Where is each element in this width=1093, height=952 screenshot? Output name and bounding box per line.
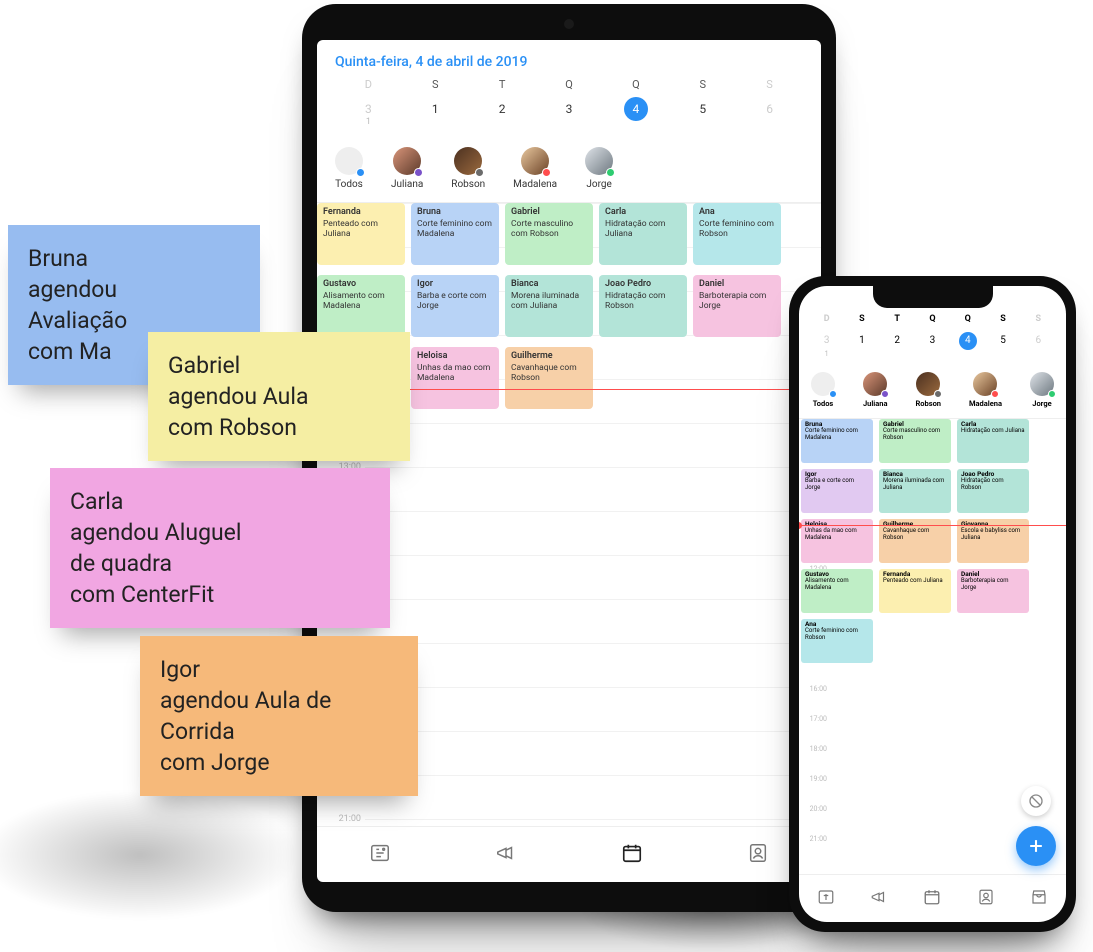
megaphone-icon[interactable] [870, 888, 888, 910]
day-S[interactable]: S1 [402, 78, 469, 127]
phone-screen: D31S1T2Q3Q4S5S6 Todos Juliana Robson Madale… [799, 286, 1066, 922]
day-Q[interactable]: Q4 [950, 314, 985, 358]
phone-notch [873, 286, 993, 308]
appointment[interactable]: GabrielCorte masculino com Robson [505, 203, 593, 265]
day-T[interactable]: T2 [469, 78, 536, 127]
calendar-icon[interactable] [621, 842, 643, 868]
finance-icon[interactable] [817, 888, 835, 910]
day-S[interactable]: S5 [669, 78, 736, 127]
appointment[interactable]: CarlaHidratação com Juliana [599, 203, 687, 265]
megaphone-icon[interactable] [495, 842, 517, 868]
appointment[interactable]: CarlaHidratação com Juliana [957, 419, 1029, 463]
appointment[interactable]: BrunaCorte feminino com Madalena [411, 203, 499, 265]
appointment[interactable]: BiancaMorena iluminada com Juliana [505, 275, 593, 337]
phone-tabbar [799, 874, 1066, 922]
day-S[interactable]: S6 [1021, 314, 1056, 358]
notification-note-2: Gabrielagendou Aulacom Robson [148, 332, 410, 461]
staff-madalena[interactable]: Madalena [513, 147, 557, 190]
notification-note-3: Carlaagendou Aluguelde quadracom CenterF… [50, 468, 390, 628]
day-S[interactable]: S5 [985, 314, 1020, 358]
staff-todos[interactable]: Todos [811, 372, 835, 408]
appointment[interactable]: GabrielCorte masculino com Robson [879, 419, 951, 463]
appointment[interactable]: Joao PedroHidratação com Robson [957, 469, 1029, 513]
tablet-camera [564, 19, 574, 29]
appointment[interactable]: FernandaPenteado com Juliana [317, 203, 405, 265]
staff-robson[interactable]: Robson [915, 372, 941, 408]
day-Q[interactable]: Q3 [915, 314, 950, 358]
day-T[interactable]: T2 [880, 314, 915, 358]
day-S[interactable]: S6 [736, 78, 803, 127]
staff-jorge[interactable]: Jorge [1030, 372, 1054, 408]
appointment[interactable]: BiancaMorena iluminada com Juliana [879, 469, 951, 513]
phone-current-time-indicator [799, 525, 1066, 526]
appointment[interactable]: DanielBarboterapia com Jorge [693, 275, 781, 337]
appointment[interactable]: IgorBarba e corte com Jorge [801, 469, 873, 513]
day-S[interactable]: S1 [844, 314, 879, 358]
staff-juliana[interactable]: Juliana [391, 147, 423, 190]
store-icon[interactable] [1030, 888, 1048, 910]
staff-filter: Todos Juliana Robson Madalena Jorge [317, 137, 821, 203]
staff-juliana[interactable]: Juliana [863, 372, 888, 408]
appointment[interactable]: BrunaCorte feminino com Madalena [801, 419, 873, 463]
appointment[interactable]: IgorBarba e corte com Jorge [411, 275, 499, 337]
contact-icon[interactable] [977, 888, 995, 910]
appointment[interactable]: FernandaPenteado com Juliana [879, 569, 951, 613]
block-icon[interactable] [1021, 786, 1051, 816]
tablet-header: Quinta-feira, 4 de abril de 2019 D31S1T2… [317, 40, 821, 137]
appointment[interactable]: Joao PedroHidratação com Robson [599, 275, 687, 337]
staff-jorge[interactable]: Jorge [585, 147, 613, 190]
day-Q[interactable]: Q4 [602, 78, 669, 127]
appointment[interactable]: DanielBarboterapia com Jorge [957, 569, 1029, 613]
finance-icon[interactable] [369, 842, 391, 868]
contact-icon[interactable] [747, 842, 769, 868]
add-button[interactable] [1016, 826, 1056, 866]
calendar-icon[interactable] [923, 888, 941, 910]
appointment[interactable]: AnaCorte feminino com Robson [801, 619, 873, 663]
staff-madalena[interactable]: Madalena [969, 372, 1002, 408]
day-D[interactable]: D31 [335, 78, 402, 127]
notification-note-4: Igoragendou Aula deCorridacom Jorge [140, 636, 418, 796]
staff-robson[interactable]: Robson [451, 147, 485, 190]
appointment[interactable]: GustavoAlisamento com Madalena [801, 569, 873, 613]
staff-todos[interactable]: Todos [335, 147, 363, 190]
week-selector: D31S1T2Q3Q4S5S6 [335, 70, 803, 127]
day-Q[interactable]: Q3 [536, 78, 603, 127]
phone-staff-filter: Todos Juliana Robson Madalena Jorge [799, 366, 1066, 419]
appointment[interactable]: GustavoAlisamento com Madalena [317, 275, 405, 337]
appointment[interactable]: HeloisaUnhas da mao com Madalena [411, 347, 499, 409]
phone-device: D31S1T2Q3Q4S5S6 Todos Juliana Robson Madale… [789, 276, 1076, 932]
current-date: Quinta-feira, 4 de abril de 2019 [335, 54, 803, 70]
appointment[interactable]: AnaCorte feminino com Robson [693, 203, 781, 265]
day-D[interactable]: D31 [809, 314, 844, 358]
tablet-tabbar [317, 826, 821, 882]
appointment[interactable]: GuilhermeCavanhaque com Robson [505, 347, 593, 409]
